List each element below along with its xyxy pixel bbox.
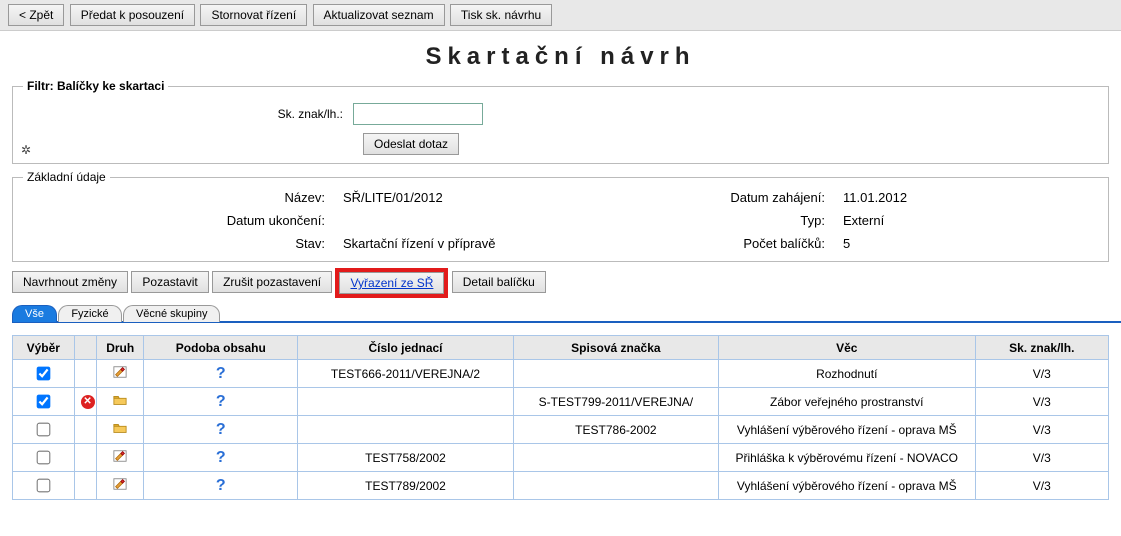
submit-review-button[interactable]: Předat k posouzení: [70, 4, 195, 26]
value-typ: Externí: [843, 213, 1043, 228]
tab-physical[interactable]: Fyzické: [58, 305, 121, 322]
row-checkbox[interactable]: [37, 423, 51, 437]
document-icon: [112, 449, 128, 466]
cell-vec: Vyhlášení výběrového řízení - oprava MŠ: [718, 472, 975, 500]
col-header-znak: Sk. znak/lh.: [975, 336, 1108, 360]
cell-vec: Zábor veřejného prostranství: [718, 388, 975, 416]
cell-vec: Vyhlášení výběrového řízení - oprava MŠ: [718, 416, 975, 444]
basic-info-legend: Základní údaje: [23, 170, 110, 184]
col-header-druh: Druh: [97, 336, 144, 360]
value-nazev: SŘ/LITE/01/2012: [343, 190, 693, 205]
table-header-row: Výběr Druh Podoba obsahu Číslo jednací S…: [13, 336, 1109, 360]
cell-cislo-jednaci: TEST666-2011/VEREJNA/2: [298, 360, 514, 388]
unknown-content-icon: ?: [216, 393, 226, 411]
cell-vec: Přihláška k výběrovému řízení - NOVACO: [718, 444, 975, 472]
document-icon: [112, 365, 128, 382]
label-nazev: Název:: [23, 190, 343, 205]
col-header-spis: Spisová značka: [513, 336, 718, 360]
back-button[interactable]: < Zpět: [8, 4, 64, 26]
value-stav: Skartační řízení v přípravě: [343, 236, 693, 251]
tabs: Vše Fyzické Věcné skupiny: [12, 304, 1121, 323]
cell-spisova-znacka: TEST786-2002: [513, 416, 718, 444]
unsuspend-button[interactable]: Zrušit pozastavení: [212, 271, 332, 293]
package-detail-button[interactable]: Detail balíčku: [452, 271, 546, 293]
cell-sk-znak: V/3: [975, 416, 1108, 444]
label-pocet: Počet balíčků:: [693, 236, 843, 251]
submit-filter-button[interactable]: Odeslat dotaz: [363, 133, 459, 155]
row-checkbox[interactable]: [37, 367, 51, 381]
sk-znak-input[interactable]: [353, 103, 483, 125]
col-header-cj: Číslo jednací: [298, 336, 514, 360]
suspend-button[interactable]: Pozastavit: [131, 271, 208, 293]
folder-icon: [112, 421, 128, 438]
highlight-frame: Vyřazení ze SŘ: [335, 268, 448, 298]
label-datum-zahajeni: Datum zahájení:: [693, 190, 843, 205]
cell-spisova-znacka: [513, 444, 718, 472]
value-datum-zahajeni: 11.01.2012: [843, 190, 1043, 205]
propose-changes-button[interactable]: Navrhnout změny: [12, 271, 128, 293]
tab-all[interactable]: Vše: [12, 305, 57, 322]
cell-vec: Rozhodnutí: [718, 360, 975, 388]
cell-sk-znak: V/3: [975, 444, 1108, 472]
col-header-vec: Věc: [718, 336, 975, 360]
cell-spisova-znacka: [513, 472, 718, 500]
cell-cislo-jednaci: [298, 388, 514, 416]
unknown-content-icon: ?: [216, 365, 226, 383]
value-pocet: 5: [843, 236, 1043, 251]
action-bar: Navrhnout změny Pozastavit Zrušit pozast…: [12, 268, 1109, 298]
basic-info-fieldset: Základní údaje Název: SŘ/LITE/01/2012 Da…: [12, 170, 1109, 262]
cell-cislo-jednaci: TEST758/2002: [298, 444, 514, 472]
table-row[interactable]: ? TEST666-2011/VEREJNA/2 RozhodnutíV/3: [13, 360, 1109, 388]
col-header-vyber: Výběr: [13, 336, 75, 360]
unknown-content-icon: ?: [216, 421, 226, 439]
unknown-content-icon: ?: [216, 477, 226, 495]
row-checkbox[interactable]: [37, 451, 51, 465]
cell-cislo-jednaci: [298, 416, 514, 444]
cell-sk-znak: V/3: [975, 388, 1108, 416]
cell-cislo-jednaci: TEST789/2002: [298, 472, 514, 500]
folder-icon: [112, 393, 128, 410]
label-typ: Typ:: [693, 213, 843, 228]
table-row[interactable]: ? TEST758/2002 Přihláška k výběrovému říze…: [13, 444, 1109, 472]
cell-spisova-znacka: S-TEST799-2011/VEREJNA/: [513, 388, 718, 416]
page-title: Skartační návrh: [0, 43, 1121, 71]
tab-subject-groups[interactable]: Věcné skupiny: [123, 305, 221, 322]
row-checkbox[interactable]: [37, 395, 51, 409]
table-row[interactable]: ? TEST786-2002Vyhlášení výběrového řízení…: [13, 416, 1109, 444]
table-row[interactable]: ? TEST789/2002 Vyhlášení výběrového řízení…: [13, 472, 1109, 500]
remove-from-sr-button[interactable]: Vyřazení ze SŘ: [339, 272, 444, 294]
packages-table: Výběr Druh Podoba obsahu Číslo jednací S…: [12, 335, 1109, 500]
delete-flag-icon: ✕: [81, 395, 95, 409]
table-row[interactable]: ✕? S-TEST799-2011/VEREJNA/Zábor veřejného…: [13, 388, 1109, 416]
top-toolbar: < Zpět Předat k posouzení Stornovat říze…: [0, 0, 1121, 31]
unknown-content-icon: ?: [216, 449, 226, 467]
row-checkbox[interactable]: [37, 479, 51, 493]
col-header-flag: [74, 336, 97, 360]
cell-spisova-znacka: [513, 360, 718, 388]
cancel-proceeding-button[interactable]: Stornovat řízení: [200, 4, 307, 26]
grid-wrap: Výběr Druh Podoba obsahu Číslo jednací S…: [12, 335, 1109, 500]
filter-legend: Filtr: Balíčky ke skartaci: [23, 79, 168, 93]
print-proposal-button[interactable]: Tisk sk. návrhu: [450, 4, 552, 26]
sk-znak-label: Sk. znak/lh.:: [23, 107, 353, 121]
filter-fieldset: Filtr: Balíčky ke skartaci Sk. znak/lh.:…: [12, 79, 1109, 164]
cell-sk-znak: V/3: [975, 472, 1108, 500]
cell-sk-znak: V/3: [975, 360, 1108, 388]
label-datum-ukonceni: Datum ukončení:: [23, 213, 343, 228]
reset-filter-icon[interactable]: ✲: [21, 143, 31, 157]
refresh-list-button[interactable]: Aktualizovat seznam: [313, 4, 445, 26]
document-icon: [112, 477, 128, 494]
label-stav: Stav:: [23, 236, 343, 251]
col-header-podoba: Podoba obsahu: [144, 336, 298, 360]
